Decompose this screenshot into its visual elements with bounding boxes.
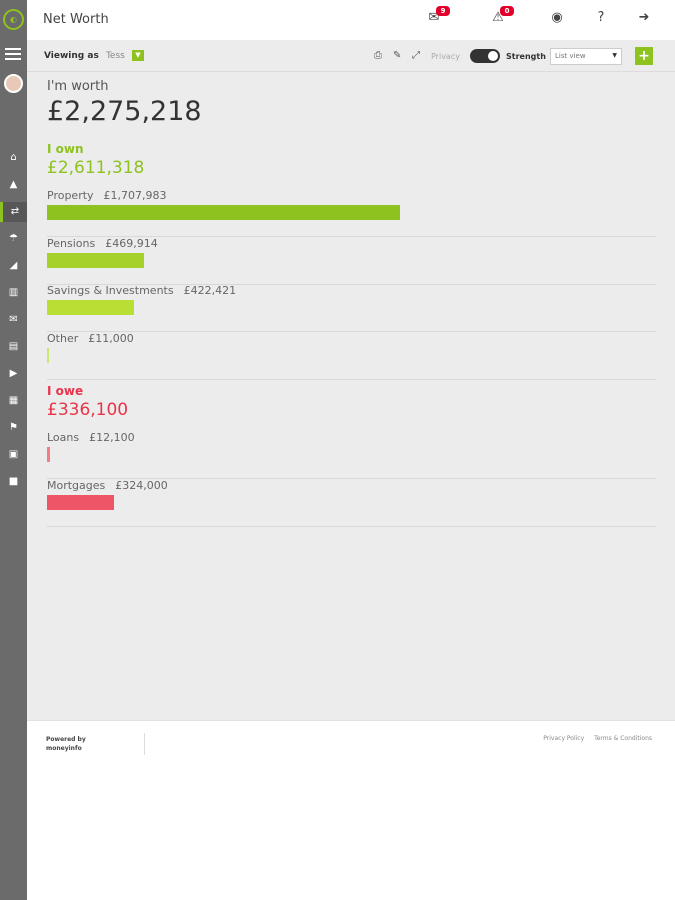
umbrella-icon[interactable]: ☂ [0,229,27,249]
privacy-toggle[interactable] [470,49,500,63]
expand-icon[interactable]: ⤢ [412,50,420,61]
own-item-amount: £11,000 [88,331,134,345]
edit-icon[interactable]: ✎ [393,50,401,61]
owe-row-label: Loans £12,100 [47,431,135,444]
owe-title: I owe [47,384,84,398]
messages-icon[interactable]: ✉ 9 [422,6,450,30]
owe-item-amount: £12,100 [89,431,135,444]
footer: Powered by moneyinfo Privacy Policy Term… [27,720,675,900]
viewing-label: Viewing as [44,51,99,61]
own-item-amount: £1,707,983 [103,189,167,202]
view-select[interactable]: List view ▼ [550,48,622,65]
own-row-label: Property £1,707,983 [47,189,167,202]
footer-divider [144,733,145,755]
briefcase-icon[interactable]: ■ [0,472,27,492]
own-item-bar [47,252,144,268]
menu-icon[interactable] [5,48,21,60]
terms-link[interactable]: Terms & Conditions [594,735,652,742]
avatar[interactable] [4,74,23,93]
mail-icon[interactable]: ✉ [0,310,27,330]
chart-area-icon[interactable]: ◢ [0,256,27,276]
chevron-down-icon[interactable]: ▼ [131,50,144,61]
own-row-label: Pensions £469,914 [47,237,158,250]
own-item-bar [47,347,49,363]
transfer-icon[interactable]: ⇄ [0,202,27,222]
alert-icon[interactable]: ⚠ 0 [486,6,514,30]
messages-badge: 9 [436,6,450,16]
own-item-name: Savings & Investments [47,284,174,297]
owe-item-bar [47,494,114,510]
own-item-bar [47,205,400,220]
own-title: I own [47,142,84,156]
document-icon[interactable]: ▤ [0,337,27,357]
own-row[interactable]: Savings & Investments £422,421 [47,284,656,332]
owe-item-name: Loans [47,431,80,444]
owe-row[interactable]: Loans £12,100 [47,431,656,479]
home-icon[interactable]: ⌂ [0,148,27,168]
powered-by-line2: moneyinfo [46,745,82,752]
own-item-name: Pensions [47,236,96,250]
powered-by-line1: Powered by [46,736,86,743]
top-bar: Net Worth ✉ 9 ⚠ 0 ◉ ? ➜ [27,0,675,40]
own-item-bar [47,300,134,315]
toggle-knob [488,51,498,61]
own-item-name: Property [47,189,94,202]
add-button[interactable]: + [635,47,653,65]
own-row[interactable]: Pensions £469,914 [47,237,656,285]
owe-total: £336,100 [47,400,129,420]
own-item-amount: £422,421 [183,284,237,297]
own-row-label: Savings & Investments £422,421 [47,284,236,297]
own-row[interactable]: Property £1,707,983 [47,189,656,237]
help-icon[interactable]: ? [589,6,613,30]
privacy-label: Privacy [431,52,460,61]
viewing-name[interactable]: Tess [106,51,125,61]
main-content: I'm worth £2,275,218 I own £2,611,318 Pr… [27,72,675,720]
own-row-label: Other £11,000 [47,332,134,345]
worth-value: £2,275,218 [47,96,202,127]
logo-icon[interactable]: ◐ [3,9,24,30]
bank-icon[interactable]: ▲ [0,175,27,195]
owe-item-amount: £324,000 [115,478,168,492]
footer-links: Privacy Policy Terms & Conditions [535,735,652,742]
own-total: £2,611,318 [47,158,145,178]
strength-label: Strength [506,52,546,61]
own-row[interactable]: Other £11,000 [47,332,656,380]
calendar-icon[interactable]: ▦ [0,391,27,411]
powered-by: Powered by moneyinfo [46,735,86,753]
owe-row-label: Mortgages £324,000 [47,479,168,492]
video-icon[interactable]: ▶ [0,364,27,384]
view-select-value: List view [555,52,586,60]
owe-item-name: Mortgages [47,478,106,492]
archive-icon[interactable]: ▣ [0,445,27,465]
user-icon[interactable]: ◉ [545,6,569,30]
select-arrow-icon: ▼ [612,52,617,59]
print-icon[interactable]: ⎙ [374,50,382,61]
sidebar: ◐ ⌂ ▲ ⇄ ☂ ◢ ▥ ✉ ▤ ▶ ▦ ⚑ ▣ ■ [0,0,27,900]
toolbar: Viewing as Tess ▼ ⎙ ✎ ⤢ Privacy Strength… [27,40,675,72]
logout-icon[interactable]: ➜ [632,6,656,30]
flag-icon[interactable]: ⚑ [0,418,27,438]
worth-label: I'm worth [47,79,109,94]
alerts-badge: 0 [500,6,514,16]
own-item-amount: £469,914 [105,236,158,250]
page-title: Net Worth [43,12,109,27]
owe-item-bar [47,447,50,462]
privacy-policy-link[interactable]: Privacy Policy [543,735,584,742]
own-item-name: Other [47,331,79,345]
viewing-as: Viewing as Tess ▼ [44,50,144,61]
bar-chart-icon[interactable]: ▥ [0,283,27,303]
owe-row[interactable]: Mortgages £324,000 [47,479,656,527]
